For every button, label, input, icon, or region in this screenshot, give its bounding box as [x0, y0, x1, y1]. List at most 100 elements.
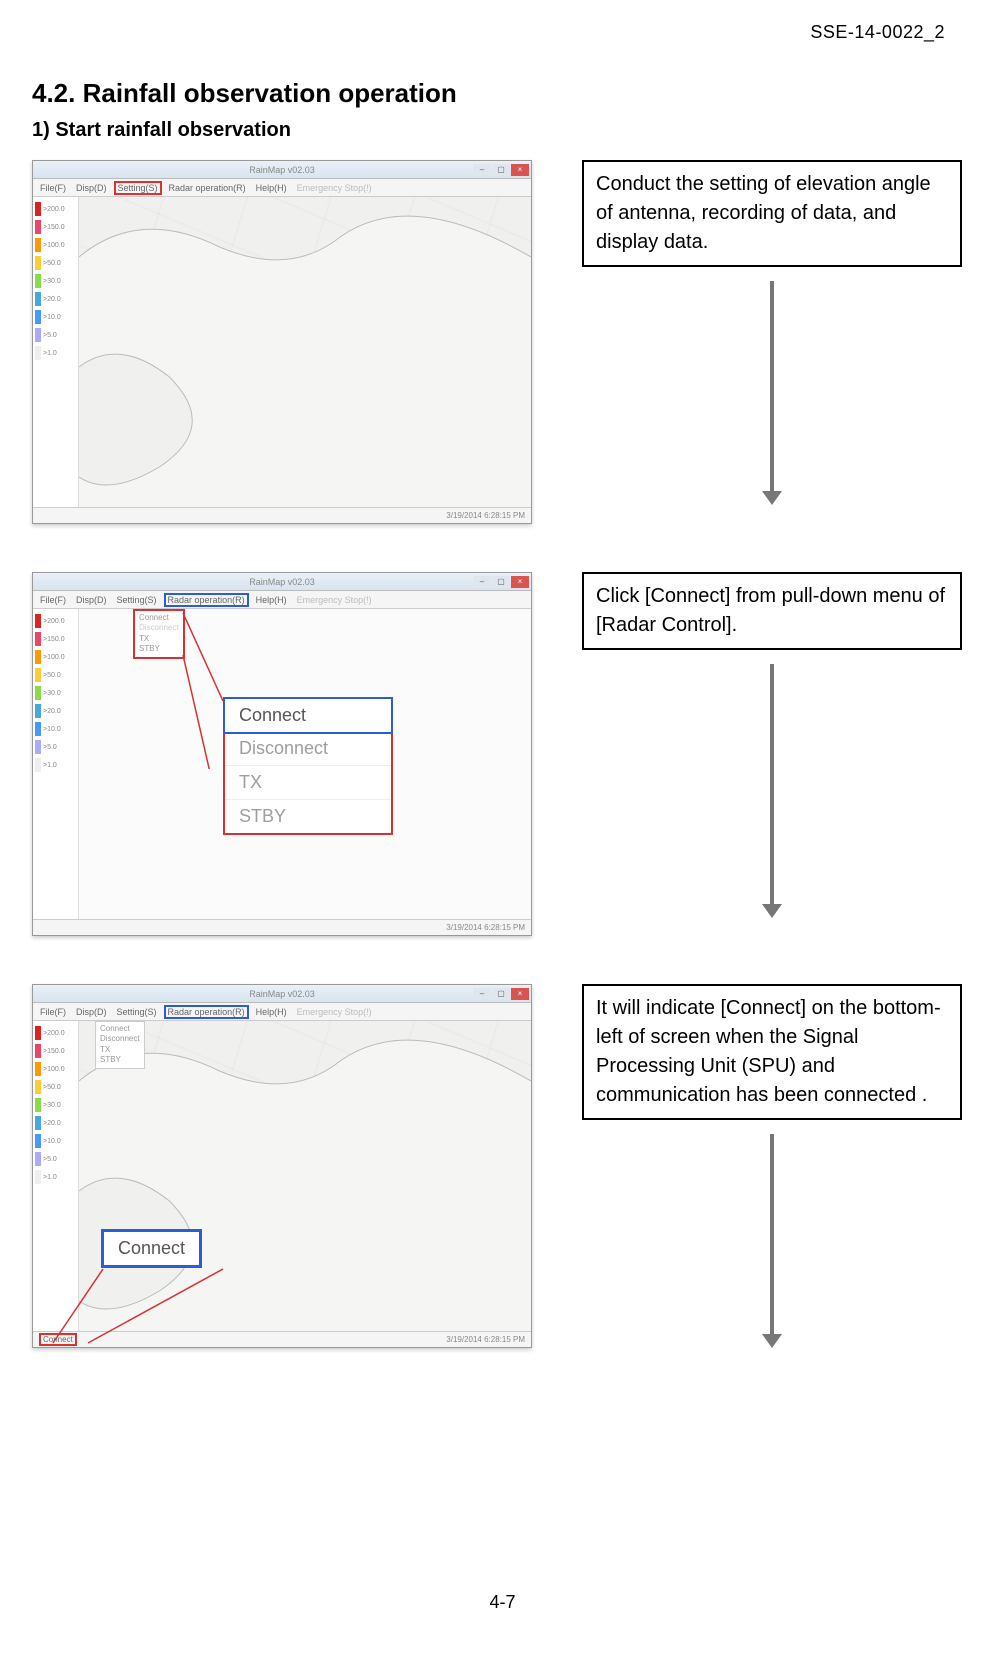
palette-swatch [35, 1152, 41, 1166]
menu-radar[interactable]: Radar operation(R) [164, 1005, 249, 1019]
arrow-down-1 [762, 281, 782, 505]
menu-emergency[interactable]: Emergency Stop(!) [294, 594, 375, 606]
palette-item: >200.0 [35, 1025, 76, 1041]
info-box-3: It will indicate [Connect] on the bottom… [582, 984, 962, 1120]
palette-item: >200.0 [35, 613, 76, 629]
minimize-button[interactable]: – [473, 576, 491, 588]
palette-label: >20.0 [43, 296, 61, 303]
menu-file[interactable]: File(F) [37, 1006, 69, 1018]
palette-item: >10.0 [35, 309, 76, 325]
palette-label: >100.0 [43, 1066, 65, 1073]
palette-item: >150.0 [35, 1043, 76, 1059]
minimize-button[interactable]: – [473, 164, 491, 176]
app-body: >200.0>150.0>100.0>50.0>30.0>20.0>10.0>5… [33, 197, 531, 507]
connect-status-callout: Connect [101, 1229, 202, 1268]
palette-label: >200.0 [43, 618, 65, 625]
menu-emergency[interactable]: Emergency Stop(!) [294, 1006, 375, 1018]
palette-swatch [35, 1098, 41, 1112]
maximize-button[interactable]: ▢ [492, 576, 510, 588]
menu-setting[interactable]: Setting(S) [114, 594, 160, 606]
close-button[interactable]: × [511, 164, 529, 176]
right-column-2: Click [Connect] from pull-down menu of [… [582, 572, 962, 918]
palette-swatch [35, 1044, 41, 1058]
menu-help[interactable]: Help(H) [253, 182, 290, 194]
menu-setting[interactable]: Setting(S) [114, 181, 162, 195]
close-button[interactable]: × [511, 988, 529, 1000]
arrow-down-2 [762, 664, 782, 918]
palette-item: >200.0 [35, 201, 76, 217]
menu-emergency[interactable]: Emergency Stop(!) [294, 182, 375, 194]
menu-item-stby[interactable]: STBY [225, 800, 391, 833]
palette-label: >1.0 [43, 1174, 57, 1181]
palette-label: >50.0 [43, 260, 61, 267]
map-area[interactable] [79, 1021, 531, 1331]
close-button[interactable]: × [511, 576, 529, 588]
palette-label: >10.0 [43, 314, 61, 321]
palette-label: >150.0 [43, 636, 65, 643]
palette-swatch [35, 758, 41, 772]
palette-item: >5.0 [35, 739, 76, 755]
palette-item: >5.0 [35, 1151, 76, 1167]
menu-item-tx[interactable]: TX [225, 766, 391, 800]
document-id: SSE-14-0022_2 [810, 22, 945, 43]
dropdown-preview: Connect Disconnect TX STBY [133, 609, 185, 659]
window-title: RainMap v02.03 [249, 577, 315, 587]
titlebar: RainMap v02.03 – ▢ × [33, 985, 531, 1003]
menu-disp[interactable]: Disp(D) [73, 182, 110, 194]
palette-swatch [35, 614, 41, 628]
section-heading: 4.2. Rainfall observation operation [32, 78, 945, 109]
menu-radar[interactable]: Radar operation(R) [164, 593, 249, 607]
maximize-button[interactable]: ▢ [492, 988, 510, 1000]
menu-radar[interactable]: Radar operation(R) [166, 182, 249, 194]
window-title: RainMap v02.03 [249, 989, 315, 999]
status-right: 3/19/2014 6:28:15 PM [446, 1335, 525, 1344]
map-area[interactable] [79, 197, 531, 507]
palette-label: >20.0 [43, 708, 61, 715]
palette-swatch [35, 704, 41, 718]
palette-swatch [35, 1062, 41, 1076]
app-window-3: RainMap v02.03 – ▢ × File(F) Disp(D) Set… [32, 984, 532, 1348]
palette-label: >100.0 [43, 242, 65, 249]
menu-file[interactable]: File(F) [37, 594, 69, 606]
palette-swatch [35, 238, 41, 252]
menubar: File(F) Disp(D) Setting(S) Radar operati… [33, 591, 531, 609]
palette-swatch [35, 686, 41, 700]
menu-file[interactable]: File(F) [37, 182, 69, 194]
menu-disp[interactable]: Disp(D) [73, 1006, 110, 1018]
menu-setting[interactable]: Setting(S) [114, 1006, 160, 1018]
palette-swatch [35, 668, 41, 682]
palette-swatch [35, 1026, 41, 1040]
palette-label: >30.0 [43, 278, 61, 285]
palette-swatch [35, 202, 41, 216]
map-land [79, 197, 531, 507]
palette-label: >10.0 [43, 726, 61, 733]
maximize-button[interactable]: ▢ [492, 164, 510, 176]
menu-item-disconnect[interactable]: Disconnect [225, 732, 391, 766]
palette-item: >50.0 [35, 255, 76, 271]
menu-disp[interactable]: Disp(D) [73, 594, 110, 606]
palette-swatch [35, 220, 41, 234]
palette-label: >150.0 [43, 224, 65, 231]
palette-swatch [35, 1134, 41, 1148]
palette-item: >100.0 [35, 1061, 76, 1077]
palette-label: >200.0 [43, 1030, 65, 1037]
minimize-button[interactable]: – [473, 988, 491, 1000]
palette-swatch [35, 722, 41, 736]
palette-label: >5.0 [43, 1156, 57, 1163]
statusbar: Connect 3/19/2014 6:28:15 PM [33, 1331, 531, 1347]
palette-label: >50.0 [43, 672, 61, 679]
palette-swatch [35, 650, 41, 664]
palette-swatch [35, 274, 41, 288]
palette-item: >20.0 [35, 291, 76, 307]
palette-swatch [35, 328, 41, 342]
titlebar: RainMap v02.03 – ▢ × [33, 161, 531, 179]
menu-help[interactable]: Help(H) [253, 594, 290, 606]
palette-item: >30.0 [35, 685, 76, 701]
arrow-down-3 [762, 1134, 782, 1348]
dropdown-preview: Connect Disconnect TX STBY [95, 1021, 145, 1069]
palette-swatch [35, 1080, 41, 1094]
dropdown-item: TX [100, 1045, 140, 1055]
menu-help[interactable]: Help(H) [253, 1006, 290, 1018]
app-window-1: RainMap v02.03 – ▢ × File(F) Disp(D) Set… [32, 160, 532, 524]
menu-item-connect[interactable]: Connect [223, 697, 393, 734]
